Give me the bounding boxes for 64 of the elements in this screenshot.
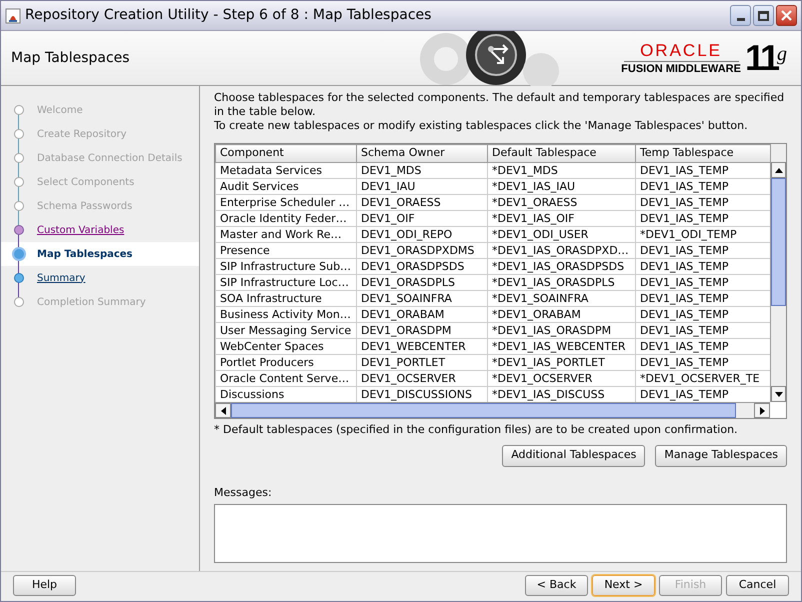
table-cell: *DEV1_IAS_ORASDPSDS xyxy=(488,258,636,274)
table-cell: Enterprise Scheduler … xyxy=(216,194,356,210)
table-cell: *DEV1_IAS_IAU xyxy=(488,178,636,194)
table-cell: DEV1_ORASDPLS xyxy=(356,274,488,290)
wizard-step[interactable]: Summary xyxy=(1,266,199,290)
table-cell: *DEV1_IAS_ORASDPLS xyxy=(488,274,636,290)
table-cell: Oracle Identity Feder… xyxy=(216,210,356,226)
column-header[interactable]: Schema Owner xyxy=(356,144,488,162)
table-cell: *DEV1_MDS xyxy=(488,162,636,178)
tablespace-button[interactable]: Manage Tablespaces xyxy=(655,444,787,466)
window-title: Repository Creation Utility - Step 6 of 8 : Map Tablespaces xyxy=(25,6,432,25)
footnote: * Default tablespaces (specified in the configuration files) are to be created upon confirmation. xyxy=(214,422,739,438)
table-cell: Audit Services xyxy=(216,178,356,194)
table-cell: DEV1_ORASDPSDS xyxy=(356,258,488,274)
table-cell: *DEV1_OCSERVER xyxy=(488,370,636,386)
wizard-step[interactable]: Custom Variables xyxy=(1,218,199,242)
table-cell: *DEV1_IAS_OIF xyxy=(488,210,636,226)
table-cell: DEV1_ORAESS xyxy=(356,194,488,210)
table-cell: DEV1_PORTLET xyxy=(356,354,488,370)
table-cell: *DEV1_IAS_WEBCENTER xyxy=(488,338,636,354)
table-cell: *DEV1_IAS_PORTLET xyxy=(488,354,636,370)
table-cell: User Messaging Service xyxy=(216,322,356,338)
table-cell: *DEV1_ORAESS xyxy=(488,194,636,210)
table-cell: SIP Infrastructure Sub… xyxy=(216,258,356,274)
table-cell: DEV1_OCSERVER xyxy=(356,370,488,386)
page-title: Map Tablespaces xyxy=(11,48,131,68)
table-cell: *DEV1_IAS_ORASDPM xyxy=(488,322,636,338)
table-cell: DEV1_ORASDPM xyxy=(356,322,488,338)
messages-label: Messages: xyxy=(214,484,273,500)
column-header[interactable]: Temp Tablespace xyxy=(636,144,770,162)
instruction-text: To create new tablespaces or modify existing tablespaces click the 'Manage Tablespaces' button. xyxy=(214,119,749,133)
wizard-button[interactable]: Cancel xyxy=(726,575,789,596)
instruction-text: Choose tablespaces for the selected components. The default and temporary tablespaces are specified in the table below. xyxy=(214,91,786,119)
table-cell: SOA Infrastructure xyxy=(216,290,356,306)
table-cell: *DEV1_SOAINFRA xyxy=(488,290,636,306)
tablespace-button[interactable]: Additional Tablespaces xyxy=(502,444,646,466)
table-cell: DEV1_ODI_REPO xyxy=(356,226,488,242)
table-cell: DEV1_OIF xyxy=(356,210,488,226)
column-header[interactable]: Component xyxy=(216,144,356,162)
table-cell: DEV1_ORABAM xyxy=(356,306,488,322)
table-cell: *DEV1_ORABAM xyxy=(488,306,636,322)
table-cell: DEV1_WEBCENTER xyxy=(356,338,488,354)
wizard-button[interactable]: < Back xyxy=(525,575,588,596)
table-cell: Portlet Producers xyxy=(216,354,356,370)
brand-logo: ORACLE xyxy=(640,42,722,58)
table-cell: DEV1_ORASDPXDMS xyxy=(356,242,488,258)
wizard-step[interactable]: Map Tablespaces xyxy=(1,242,199,266)
table-cell: Business Activity Mon… xyxy=(216,306,356,322)
table-cell: WebCenter Spaces xyxy=(216,338,356,354)
help-button[interactable]: Help xyxy=(13,575,76,596)
table-cell: Master and Work Re… xyxy=(216,226,356,242)
table-cell: DEV1_SOAINFRA xyxy=(356,290,488,306)
table-cell: DEV1_MDS xyxy=(356,162,488,178)
table-cell: SIP Infrastructure Loc… xyxy=(216,274,356,290)
table-cell: Presence xyxy=(216,242,356,258)
table-cell: *DEV1_IAS_ORASDPXD… xyxy=(488,242,636,258)
version-label: 11$^{g}$ xyxy=(744,40,787,76)
column-header[interactable]: Default Tablespace xyxy=(488,144,636,162)
table-cell: *DEV1_ODI_USER xyxy=(488,226,636,242)
table-cell: Metadata Services xyxy=(216,162,356,178)
table-cell: DEV1_IAU xyxy=(356,178,488,194)
wizard-button[interactable]: Next > xyxy=(592,575,655,596)
product-name: FUSION MIDDLEWARE xyxy=(621,64,741,74)
table-cell: Oracle Content Serve… xyxy=(216,370,356,386)
